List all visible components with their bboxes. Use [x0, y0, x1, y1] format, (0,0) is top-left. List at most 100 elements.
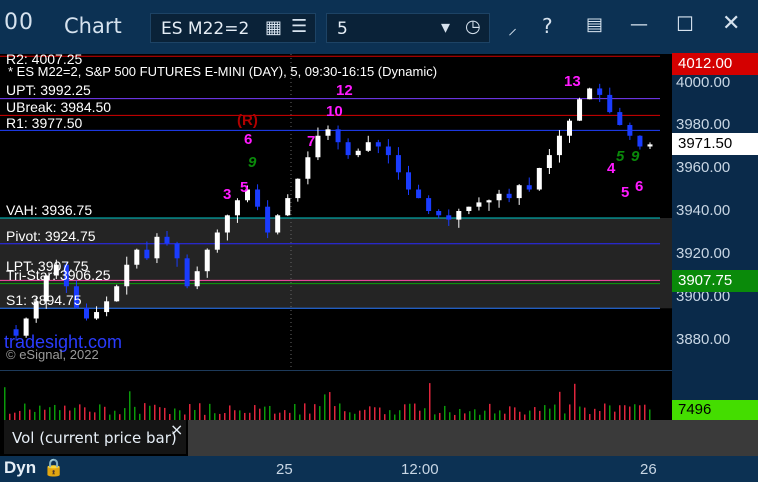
volume-bar — [254, 405, 256, 421]
price-axis[interactable]: 4000.00 3980.00 3960.00 3940.00 3920.00 … — [672, 53, 758, 420]
volume-bar — [329, 392, 331, 421]
last-price-badge: 3971.50 — [672, 133, 758, 155]
marker-10: 10 — [326, 103, 343, 120]
chart-info: * ES M22=2, S&P 500 FUTURES E-MINI (DAY)… — [8, 64, 438, 79]
close-study-icon[interactable]: × — [170, 420, 183, 439]
lock-icon[interactable]: 🔒 — [43, 458, 64, 478]
marker-9b: 9 — [631, 148, 640, 165]
maximize-icon[interactable]: ☐ — [676, 12, 694, 36]
symbol-input[interactable]: ES M22=2 ▦ ☰ — [150, 13, 316, 43]
clock-icon[interactable]: ◷ — [465, 16, 481, 37]
chevron-down-icon[interactable]: ▾ — [441, 17, 450, 38]
volume-bar — [154, 404, 156, 421]
candle-body — [134, 249, 140, 265]
r2-price-badge: 4012.00 — [672, 53, 758, 75]
marker-3: 3 — [223, 186, 232, 203]
candle-body — [174, 243, 180, 259]
volume-bar — [149, 405, 151, 421]
s1-label: S1: 3894.75 — [6, 292, 82, 308]
volume-bar — [129, 391, 131, 421]
help-icon[interactable]: ? — [542, 14, 553, 38]
candle-body — [426, 198, 432, 211]
volume-bar — [269, 405, 271, 421]
candle-body — [416, 189, 422, 199]
app-logo[interactable]: 00 — [4, 10, 34, 35]
upt-label: UPT: 3992.25 — [6, 82, 91, 98]
volume-bar — [639, 405, 641, 421]
time-tick: 12:00 — [401, 461, 439, 478]
volume-value-badge: 7496 — [672, 400, 758, 420]
candle-body — [546, 155, 552, 168]
interval-value: 5 — [337, 19, 348, 39]
volume-bar — [609, 405, 611, 421]
marker-6b: 6 — [635, 178, 644, 195]
volume-bar — [414, 403, 416, 421]
volume-study-label: Vol (current price bar) — [12, 429, 177, 447]
close-icon[interactable]: ✕ — [722, 11, 740, 36]
volume-bar — [134, 406, 136, 421]
volume-bar — [404, 404, 406, 421]
price-tick: 3960.00 — [676, 159, 731, 176]
time-tick: 25 — [276, 461, 293, 478]
volume-footer-strip — [188, 420, 672, 456]
volume-bar — [24, 403, 26, 421]
volume-bar — [409, 403, 411, 421]
price-tick: 3980.00 — [676, 116, 731, 133]
candle-body — [355, 150, 361, 156]
layout-icon[interactable]: ▤ — [586, 14, 603, 35]
price-tick: 3920.00 — [676, 245, 731, 262]
volume-bar — [264, 406, 266, 421]
candle-body — [184, 258, 190, 287]
link-icon[interactable]: ⸝ — [508, 16, 517, 40]
candle-body — [164, 236, 170, 244]
marker-9a: 9 — [248, 154, 257, 171]
candle-body — [224, 215, 230, 233]
candle-body — [406, 172, 411, 190]
volume-chart-svg — [4, 383, 651, 421]
lpt-price-badge: 3907.75 — [672, 270, 758, 292]
candle-body — [154, 236, 160, 259]
menu-icon[interactable]: ☰ — [291, 16, 307, 37]
volume-bar — [619, 405, 621, 421]
pivot-label: Pivot: 3924.75 — [6, 228, 96, 244]
marker-4: 4 — [607, 160, 616, 177]
volume-bar — [209, 403, 211, 421]
volume-chart[interactable] — [0, 370, 672, 421]
volume-bar — [554, 404, 556, 421]
volume-bar — [189, 404, 191, 421]
volume-bar — [339, 403, 341, 421]
candle-body — [516, 185, 522, 199]
candle-body — [305, 157, 311, 179]
volume-bar — [634, 404, 636, 421]
volume-bar — [374, 407, 376, 421]
grid-icon[interactable]: ▦ — [265, 17, 282, 38]
candle-body — [627, 125, 633, 136]
candle-body — [375, 142, 381, 147]
volume-bar — [629, 406, 631, 421]
candle-body — [265, 206, 271, 233]
candle-body — [526, 185, 532, 190]
candle-body — [647, 144, 653, 147]
candle-body — [486, 200, 492, 203]
candle-body — [597, 88, 603, 95]
candle-body — [194, 271, 200, 287]
candle-body — [234, 200, 240, 216]
volume-bar — [304, 403, 306, 421]
candle-body — [556, 135, 562, 156]
volume-study-panel[interactable]: Vol (current price bar) × — [4, 420, 186, 454]
minimize-icon[interactable]: — — [630, 14, 648, 35]
candle-body — [214, 232, 220, 250]
volume-bar — [229, 405, 231, 421]
interval-input[interactable]: 5 ▾ ◷ — [326, 13, 490, 43]
marker-6a: 6 — [244, 131, 253, 148]
marker-13: 13 — [564, 73, 581, 90]
volume-bar — [369, 406, 371, 421]
candle-body — [577, 99, 583, 121]
volume-bar — [74, 407, 76, 421]
volume-bar — [544, 405, 546, 421]
candle-body — [114, 286, 120, 302]
dynamic-mode-label[interactable]: Dyn — [4, 458, 36, 478]
marker-5a: 5 — [240, 179, 249, 196]
volume-bar — [79, 404, 81, 421]
candle-body — [365, 142, 371, 151]
